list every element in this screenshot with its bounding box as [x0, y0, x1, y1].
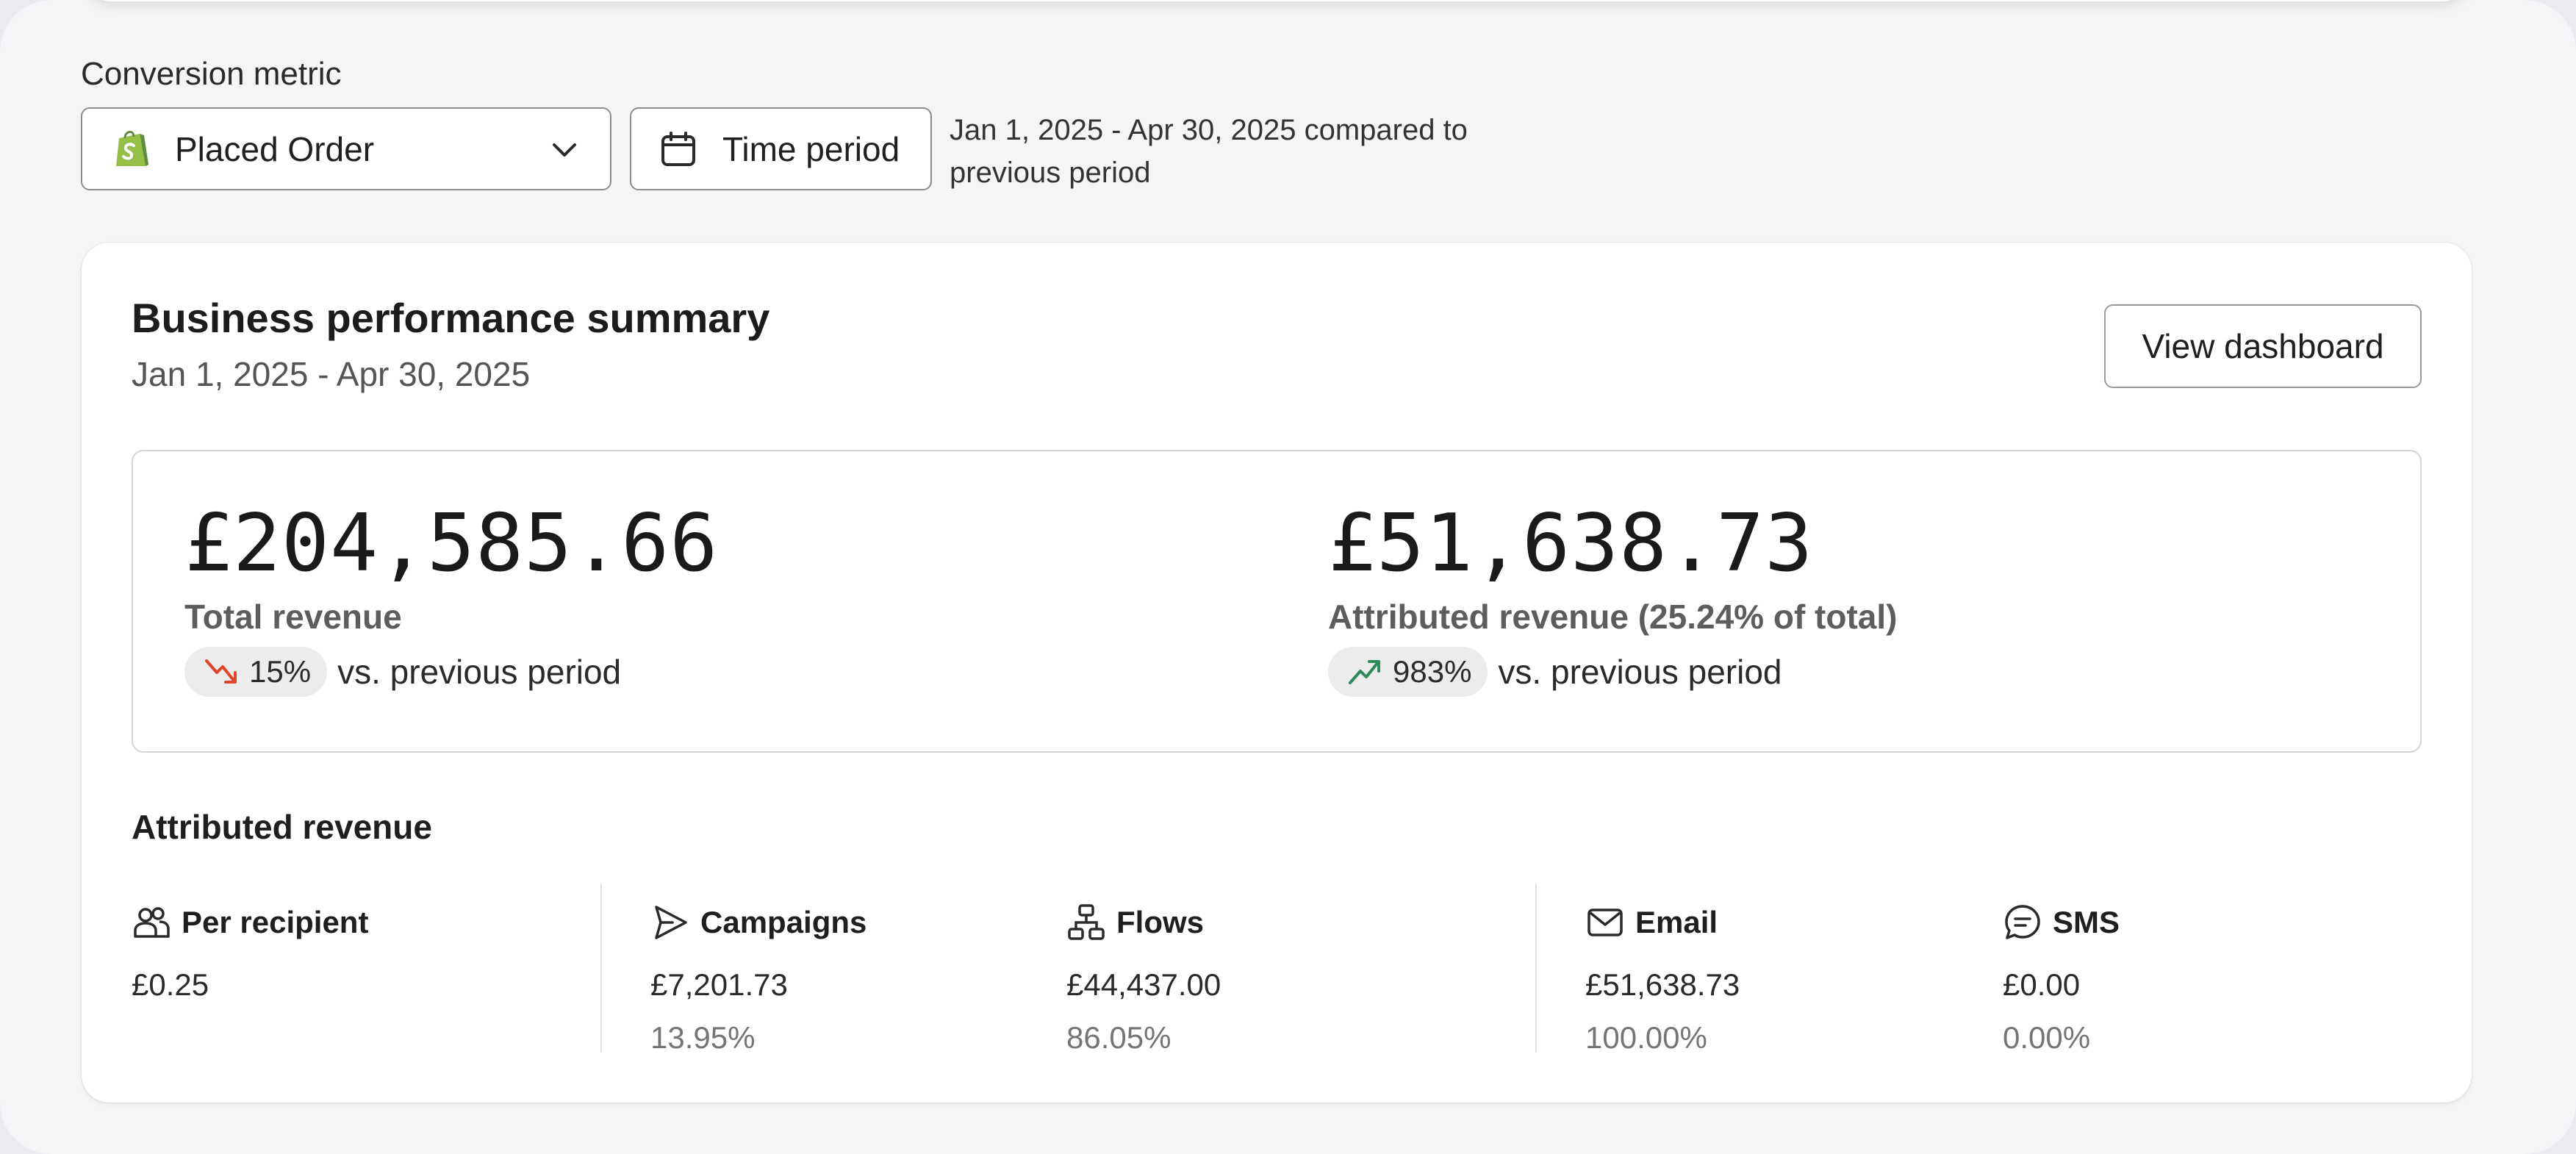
column-divider	[600, 884, 602, 1053]
conversion-metric-select[interactable]: Placed Order	[81, 107, 611, 190]
flows-column: Flows £44,437.00 86.05%	[1066, 903, 1221, 1056]
previous-card-edge	[82, 0, 2471, 1]
people-icon	[134, 907, 170, 938]
flows-amount: £44,437.00	[1066, 967, 1221, 1002]
email-amount: £51,638.73	[1585, 967, 1740, 1002]
view-dashboard-button[interactable]: View dashboard	[2104, 304, 2422, 388]
card-date-range: Jan 1, 2025 - Apr 30, 2025	[132, 355, 531, 393]
flow-icon	[1068, 904, 1105, 940]
delta-badge-down: 15%	[184, 647, 328, 697]
delta-value: 983%	[1393, 654, 1472, 689]
comparison-label: vs. previous period	[1498, 653, 1782, 691]
comparison-range-text: Jan 1, 2025 - Apr 30, 2025 compared to p…	[950, 114, 1468, 189]
comparison-label: vs. previous period	[337, 653, 622, 691]
attributed-revenue-heading: Attributed revenue	[132, 808, 432, 846]
total-revenue-stat: £204,585.66 Total revenue 15% vs. previo…	[184, 500, 718, 697]
campaigns-percent: 13.95%	[650, 1020, 756, 1055]
attributed-revenue-delta: 983% vs. previous period	[1328, 647, 1897, 697]
page: Conversion metric Placed Order Time peri…	[0, 0, 2576, 1154]
mail-icon	[1587, 908, 1623, 936]
sms-amount: £0.00	[2003, 967, 2081, 1002]
column-divider	[1535, 884, 1537, 1053]
sms-percent: 0.00%	[2003, 1020, 2091, 1055]
time-period-label: Time period	[722, 129, 900, 168]
trend-up-icon	[1349, 660, 1380, 684]
flows-percent: 86.05%	[1066, 1020, 1172, 1055]
per-recipient-column: Per recipient £0.25	[132, 903, 368, 1003]
attributed-revenue-stat: £51,638.73 Attributed revenue (25.24% of…	[1328, 500, 1897, 697]
email-column: Email £51,638.73 100.00%	[1585, 903, 1740, 1056]
trend-down-icon	[205, 659, 237, 684]
total-revenue-value: £204,585.66	[184, 498, 719, 589]
campaigns-label: Campaigns	[700, 905, 867, 939]
sms-label: SMS	[2053, 905, 2120, 939]
card-title: Business performance summary	[132, 295, 770, 341]
business-performance-card: Business performance summary Jan 1, 2025…	[82, 243, 2472, 1103]
campaigns-amount: £7,201.73	[650, 967, 788, 1002]
flows-label: Flows	[1116, 905, 1205, 939]
chevron-down-icon	[553, 143, 576, 157]
conversion-metric-label: Conversion metric	[81, 56, 342, 92]
conversion-metric-value: Placed Order	[175, 129, 375, 168]
sms-column: SMS £0.00 0.00%	[2003, 903, 2120, 1056]
time-period-button[interactable]: Time period	[630, 107, 932, 190]
shopify-icon	[116, 130, 148, 166]
chat-icon	[2005, 905, 2040, 939]
email-percent: 100.00%	[1585, 1020, 1707, 1055]
attributed-revenue-label: Attributed revenue (25.24% of total)	[1328, 598, 1898, 636]
total-revenue-label: Total revenue	[184, 598, 402, 636]
attributed-revenue-value: £51,638.73	[1328, 498, 1814, 589]
calendar-icon	[661, 131, 695, 166]
per-recipient-amount: £0.25	[132, 967, 209, 1002]
delta-value: 15%	[249, 654, 312, 689]
send-icon	[655, 906, 687, 939]
delta-badge-up: 983%	[1328, 647, 1488, 697]
total-revenue-delta: 15% vs. previous period	[184, 647, 718, 697]
email-label: Email	[1635, 905, 1718, 939]
campaigns-column: Campaigns £7,201.73 13.95%	[650, 903, 867, 1056]
revenue-summary-box: £204,585.66 Total revenue 15% vs. previo…	[132, 450, 2422, 753]
per-recipient-label: Per recipient	[182, 905, 369, 939]
